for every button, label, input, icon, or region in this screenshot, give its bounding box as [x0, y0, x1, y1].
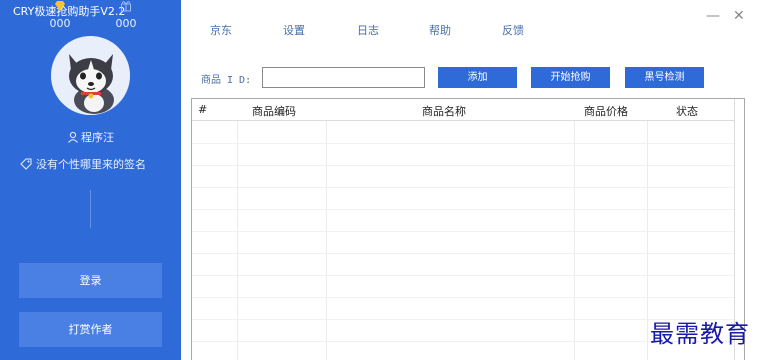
stat-gift: 000: [96, 0, 156, 30]
watermark: 最需教育: [650, 320, 750, 348]
avatar[interactable]: [51, 36, 130, 115]
column-divider: [326, 99, 327, 360]
minimize-button[interactable]: —: [706, 8, 720, 24]
start-purchase-button[interactable]: 开始抢购: [531, 67, 610, 88]
column-divider: [574, 99, 575, 360]
row-line: [192, 275, 744, 276]
gift-icon: [96, 0, 156, 12]
user-icon: [67, 131, 79, 146]
column-header-name[interactable]: 商品名称: [422, 103, 466, 119]
top-nav: 京东 设置 日志 帮助 反馈 — ✕: [181, 0, 771, 55]
row-line: [192, 143, 744, 144]
column-header-index[interactable]: #: [198, 103, 207, 116]
tip-author-button[interactable]: 打赏作者: [19, 312, 162, 347]
diamond-icon: [30, 0, 90, 12]
tab-help[interactable]: 帮助: [429, 22, 451, 38]
tag-icon: [20, 158, 32, 173]
column-divider: [237, 99, 238, 360]
sidebar: CRY极速抢购助手V2.2 程序汪 没有个性哪里来的签名 000 000 登录 …: [0, 0, 181, 360]
add-button[interactable]: 添加: [438, 67, 517, 88]
stat-diamond: 000: [30, 0, 90, 30]
product-id-input[interactable]: [262, 67, 425, 88]
blacklist-check-button[interactable]: 黑号检测: [625, 67, 704, 88]
row-line: [192, 253, 744, 254]
row-line: [192, 187, 744, 188]
column-header-status[interactable]: 状态: [676, 103, 698, 119]
tab-settings[interactable]: 设置: [283, 22, 305, 38]
tab-log[interactable]: 日志: [357, 22, 379, 38]
user-row: 程序汪: [0, 129, 181, 146]
login-button[interactable]: 登录: [19, 263, 162, 298]
column-divider: [647, 99, 648, 360]
table-header: # 商品编码 商品名称 商品价格 状态: [192, 99, 744, 121]
column-header-price[interactable]: 商品价格: [584, 103, 628, 119]
diamond-count: 000: [49, 17, 71, 30]
signature-text: 没有个性哪里来的签名: [36, 158, 146, 171]
column-header-code[interactable]: 商品编码: [252, 103, 296, 119]
tab-jd[interactable]: 京东: [210, 22, 232, 38]
row-line: [192, 297, 744, 298]
row-line: [192, 209, 744, 210]
signature-row: 没有个性哪里来的签名: [20, 156, 146, 173]
gift-count: 000: [115, 17, 137, 30]
close-button[interactable]: ✕: [733, 8, 745, 24]
tab-feedback[interactable]: 反馈: [502, 22, 524, 38]
row-line: [192, 165, 744, 166]
username: 程序汪: [81, 131, 114, 144]
app-window: CRY极速抢购助手V2.2 程序汪 没有个性哪里来的签名 000 000 登录 …: [0, 0, 771, 360]
stat-divider: [90, 190, 91, 228]
product-id-label: 商品 I D:: [201, 75, 252, 86]
row-line: [192, 231, 744, 232]
